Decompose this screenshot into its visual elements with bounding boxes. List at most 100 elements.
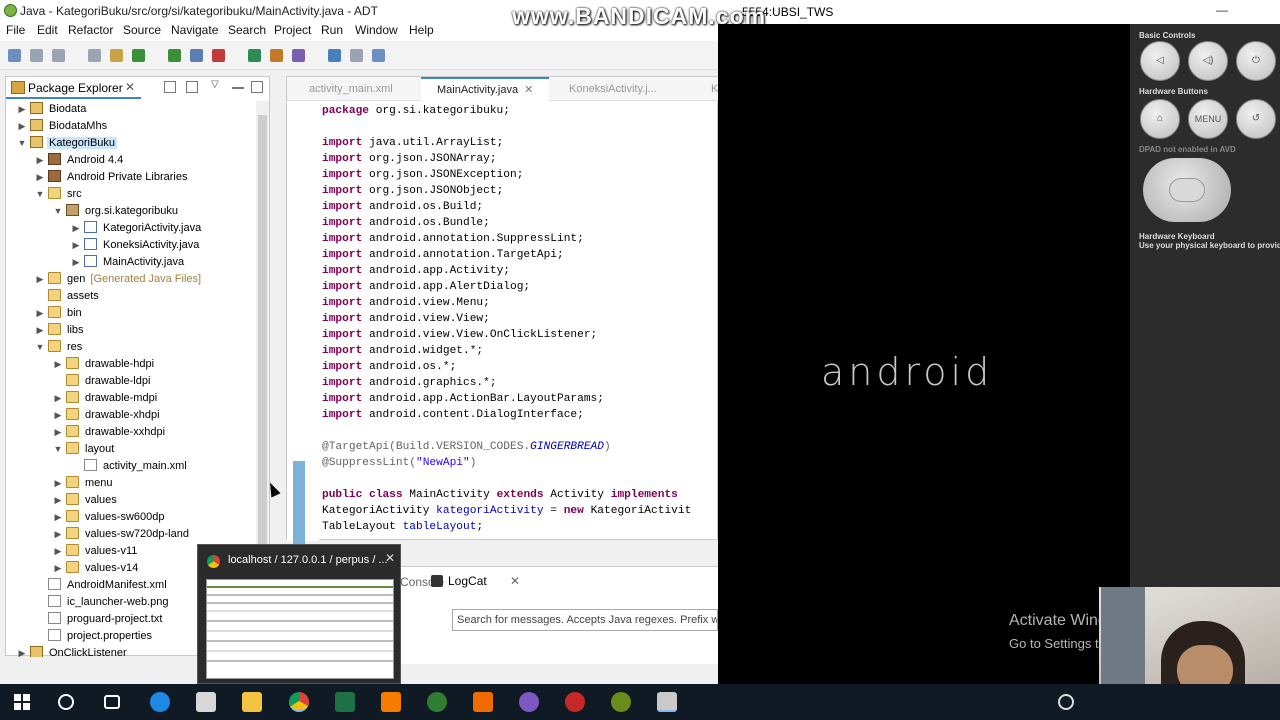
menu-item-search[interactable]: Search <box>228 23 266 37</box>
tab-editor[interactable]: KoneksiActivity.j... <box>553 77 687 101</box>
chevron-right-icon[interactable]: ▶ <box>52 543 64 560</box>
tree-item[interactable]: proguard-project.txt <box>34 611 164 628</box>
chevron-right-icon[interactable]: ▶ <box>70 254 82 271</box>
toolbar-button-icon[interactable] <box>328 49 341 62</box>
edge-icon[interactable] <box>150 692 170 712</box>
link-editor-icon[interactable] <box>186 81 198 93</box>
taskbar-preview[interactable]: localhost / 127.0.0.1 / perpus / ... ✕ <box>197 544 401 684</box>
chevron-right-icon[interactable]: ▶ <box>52 407 64 424</box>
chevron-right-icon[interactable]: ▶ <box>52 560 64 577</box>
tree-item[interactable]: ▶ Android Private Libraries <box>34 169 189 186</box>
chevron-right-icon[interactable]: ▶ <box>52 526 64 543</box>
toolbar-button-icon[interactable] <box>212 49 225 62</box>
tree-item[interactable]: ▶ BiodataMhs <box>16 118 109 135</box>
chevron-down-icon[interactable]: ▼ <box>52 441 64 458</box>
close-icon[interactable]: ✕ <box>524 84 533 96</box>
home-icon[interactable]: ⌂ <box>1140 99 1180 139</box>
chevron-right-icon[interactable]: ▶ <box>34 169 46 186</box>
search-icon[interactable] <box>58 694 74 710</box>
close-icon[interactable]: ✕ <box>385 551 395 565</box>
tree-item[interactable]: ▶ values-sw600dp <box>52 509 167 526</box>
close-icon[interactable]: ✕ <box>125 80 135 94</box>
tree-item[interactable]: project.properties <box>34 628 154 645</box>
minimize-icon[interactable]: — <box>1216 3 1228 17</box>
menu-item-refactor[interactable]: Refactor <box>68 23 113 37</box>
toolbar-button-icon[interactable] <box>248 49 261 62</box>
emulator-icon[interactable] <box>657 692 677 712</box>
toolbar-button-icon[interactable] <box>132 49 145 62</box>
toolbar-button-icon[interactable] <box>88 49 101 62</box>
tree-item[interactable]: ▶ KategoriActivity.java <box>70 220 203 237</box>
tree-item[interactable]: ▶ drawable-hdpi <box>52 356 156 373</box>
tree-item[interactable]: activity_main.xml <box>70 458 189 475</box>
minimize-icon[interactable] <box>232 81 244 89</box>
toolbar-button-icon[interactable] <box>270 49 283 62</box>
volume-up-icon[interactable]: ◁) <box>1188 41 1228 81</box>
menu-item-project[interactable]: Project <box>274 23 311 37</box>
tree-item[interactable]: ▶ values <box>52 492 119 509</box>
chevron-right-icon[interactable]: ▶ <box>70 237 82 254</box>
tree-item[interactable]: ▶ OnClickListener <box>16 645 129 657</box>
menu-button[interactable]: MENU <box>1188 99 1228 139</box>
tree-item[interactable]: assets <box>34 288 101 305</box>
people-icon[interactable] <box>1058 694 1074 710</box>
menu-item-window[interactable]: Window <box>355 23 398 37</box>
task-view-icon[interactable] <box>104 695 120 709</box>
chevron-right-icon[interactable]: ▶ <box>52 492 64 509</box>
emulator-screen[interactable]: android <box>718 24 1130 684</box>
close-icon[interactable]: ✕ <box>510 574 520 588</box>
tree-item[interactable]: ▼ src <box>34 186 84 203</box>
file-explorer-icon[interactable] <box>242 692 262 712</box>
tree-item[interactable]: ▶ MainActivity.java <box>70 254 186 271</box>
tree-item[interactable]: ▼ res <box>34 339 84 356</box>
app-icon[interactable] <box>427 692 447 712</box>
tree-item[interactable]: drawable-ldpi <box>52 373 152 390</box>
tree-item[interactable]: ▶ menu <box>52 475 115 492</box>
windows-start-icon[interactable] <box>14 694 30 710</box>
tree-item[interactable]: ▼ org.si.kategoribuku <box>52 203 180 220</box>
tab-editor[interactable]: MainActivity.java ✕ <box>421 77 549 101</box>
toolbar-button-icon[interactable] <box>30 49 43 62</box>
tab-editor[interactable]: Ka <box>695 77 718 101</box>
chevron-right-icon[interactable]: ▶ <box>52 390 64 407</box>
chevron-right-icon[interactable]: ▶ <box>16 645 28 657</box>
tree-item[interactable]: ▶ libs <box>34 322 86 339</box>
volume-down-icon[interactable]: ◁ <box>1140 41 1180 81</box>
menu-item-navigate[interactable]: Navigate <box>171 23 218 37</box>
package-explorer-tab[interactable]: Package Explorer ✕ <box>6 77 141 99</box>
menu-item-edit[interactable]: Edit <box>37 23 58 37</box>
excel-icon[interactable] <box>335 692 355 712</box>
chevron-right-icon[interactable]: ▶ <box>52 356 64 373</box>
tree-item[interactable]: ic_launcher-web.png <box>34 594 171 611</box>
tree-item[interactable]: ▶ drawable-xxhdpi <box>52 424 167 441</box>
tab-editor[interactable]: activity_main.xml <box>293 77 413 101</box>
chevron-right-icon[interactable]: ▶ <box>70 220 82 237</box>
toolbar-button-icon[interactable] <box>350 49 363 62</box>
menu-item-source[interactable]: Source <box>123 23 161 37</box>
tree-item[interactable]: ▶ values-v14 <box>52 560 140 577</box>
chrome-icon[interactable] <box>289 692 309 712</box>
tree-item[interactable]: ▶ drawable-xhdpi <box>52 407 162 424</box>
chevron-right-icon[interactable]: ▶ <box>52 509 64 526</box>
chevron-down-icon[interactable]: ▼ <box>34 186 46 203</box>
tree-item[interactable]: ▼ KategoriBuku <box>16 135 118 152</box>
chevron-right-icon[interactable]: ▶ <box>16 101 28 118</box>
toolbar-button-icon[interactable] <box>292 49 305 62</box>
view-menu-icon[interactable]: ▽ <box>211 79 223 91</box>
toolbar-button-icon[interactable] <box>372 49 385 62</box>
menu-item-file[interactable]: File <box>6 23 25 37</box>
tree-item[interactable]: ▼ layout <box>52 441 116 458</box>
chevron-right-icon[interactable]: ▶ <box>16 118 28 135</box>
eclipse-icon[interactable] <box>519 692 539 712</box>
chevron-right-icon[interactable]: ▶ <box>52 475 64 492</box>
toolbar-button-icon[interactable] <box>110 49 123 62</box>
tree-item[interactable]: ▶ KoneksiActivity.java <box>70 237 201 254</box>
power-icon[interactable]: ⏻ <box>1236 41 1276 81</box>
tree-item[interactable]: ▶ values-v11 <box>52 543 139 560</box>
store-icon[interactable] <box>196 692 216 712</box>
toolbar-button-icon[interactable] <box>8 49 21 62</box>
tree-item[interactable]: ▶ Biodata <box>16 101 88 118</box>
collapse-all-icon[interactable] <box>164 81 176 93</box>
chevron-right-icon[interactable]: ▶ <box>34 152 46 169</box>
menu-item-run[interactable]: Run <box>321 23 343 37</box>
